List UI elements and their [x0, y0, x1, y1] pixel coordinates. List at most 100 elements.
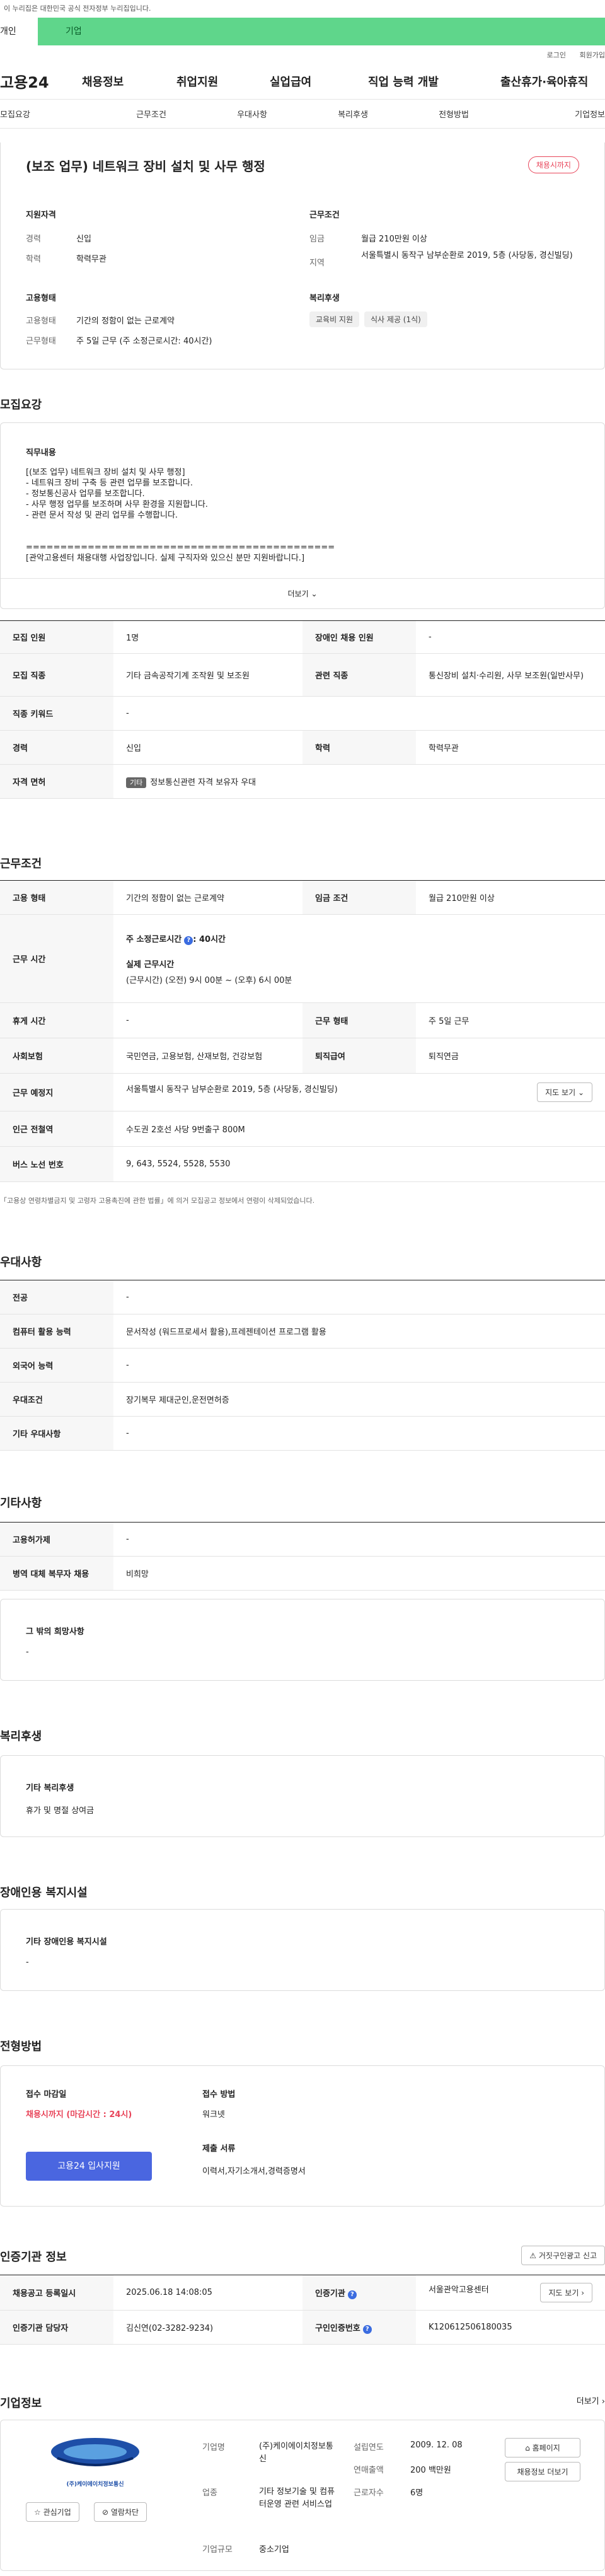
time-detail: (근무시간) (오전) 9시 00분 ~ (오후) 6시 00분 — [126, 975, 292, 985]
cell-key: 모집 직종 — [0, 653, 113, 697]
cell-value: - — [113, 1348, 605, 1383]
size-value: 중소기업 — [259, 2545, 289, 2555]
cell-key: 근무 시간 — [0, 914, 113, 1003]
region-label: 지역 — [309, 258, 325, 268]
cell-key: 구인인증번호? — [302, 2310, 416, 2345]
cell-key: 휴게 시간 — [0, 1002, 113, 1038]
company-logo-icon — [51, 2438, 139, 2466]
nav-jobs[interactable]: 채용정보 — [82, 73, 176, 90]
time-detail-title: 실제 근무시간 — [126, 960, 175, 970]
tab-recruit[interactable]: 모집요강 — [0, 108, 101, 120]
biz-value: 기타 정보기술 및 컴퓨터운영 관련 서비스업 — [259, 2487, 335, 2509]
job-line: - 정보통신공사 업무를 보조합니다. — [26, 489, 145, 499]
license-tag: 기타 — [126, 777, 147, 788]
util-links: 로그인 회원가입 — [0, 45, 605, 63]
emptype-label: 고용형태 — [26, 316, 56, 326]
cell-key: 임금 조건 — [302, 880, 416, 915]
welfare-title: 복리후생 — [309, 294, 340, 303]
tab-prefer[interactable]: 우대사항 — [202, 108, 302, 120]
cell-value: - — [416, 620, 605, 654]
cell-value: 국민연금, 고용보험, 산재보험, 건강보험 — [113, 1038, 302, 1074]
worktype-label: 근무형태 — [26, 337, 56, 346]
apply-button[interactable]: 고용24 입사지원 — [26, 2152, 152, 2181]
tab-welfare[interactable]: 복리후생 — [302, 108, 403, 120]
home-icon: ⌂ — [525, 2444, 530, 2452]
job-line: - 관련 문서 작성 및 관리 업무를 수행합니다. — [26, 511, 178, 520]
wage-value: 월급 210만원 이상 — [361, 235, 427, 244]
cell-key: 컴퓨터 활용 능력 — [0, 1314, 113, 1349]
tab-condition[interactable]: 근무조건 — [101, 108, 202, 120]
docs-value: 이력서,자기소개서,경력증명서 — [202, 2167, 306, 2176]
company-more-label: 더보기 — [576, 2397, 599, 2406]
tab-company-info[interactable]: 기업정보 — [504, 108, 605, 120]
jobs-more-button[interactable]: 채용정보 더보기 — [505, 2462, 580, 2481]
cell-key: 모집 인원 — [0, 620, 113, 654]
site-logo[interactable]: 고용24 — [0, 70, 82, 92]
cell-key: 고용허가제 — [0, 1522, 113, 1557]
login-link[interactable]: 로그인 — [547, 51, 566, 59]
wage-label: 임금 — [309, 235, 325, 244]
company-more-link[interactable]: 더보기 › — [577, 2394, 605, 2406]
nav-skill-development[interactable]: 직업 능력 개발 — [368, 73, 500, 90]
tab-personal[interactable]: 개인 — [0, 18, 38, 45]
hope-title: 그 밖의 희망사항 — [26, 1627, 84, 1637]
fav-button[interactable]: ☆ 관심기업 — [26, 2502, 79, 2522]
cell-value: 주 5일 근무 — [416, 1002, 605, 1038]
block-button[interactable]: ⊘ 열람차단 — [94, 2502, 147, 2522]
job-line: - 네트워크 장비 구축 등 관련 업무를 보조합니다. — [26, 479, 193, 488]
cell-value: 문서작성 (워드프로세서 활용),프레젠테이션 프로그램 활용 — [113, 1314, 605, 1349]
help-icon[interactable]: ? — [347, 2290, 357, 2299]
homepage-button[interactable]: ⌂ 홈페이지 — [505, 2438, 580, 2457]
help-icon[interactable]: ? — [184, 936, 193, 945]
nav-unemployment-benefit[interactable]: 실업급여 — [270, 73, 368, 90]
method-label: 접수 방법 — [202, 2090, 236, 2099]
job-content-title: 직무내용 — [26, 448, 56, 458]
num-key: 구인인증번호 — [315, 2323, 360, 2333]
place-value: 서울특별시 동작구 남부순환로 2019, 5층 (사당동, 경신빌딩) — [126, 1085, 338, 1094]
status-badge: 채용시까지 — [527, 156, 579, 173]
career-label: 경력 — [26, 235, 41, 244]
cell-key: 학력 — [302, 730, 416, 765]
cell-value: 서울특별시 동작구 남부순환로 2019, 5층 (사당동, 경신빌딩) 지도 보… — [113, 1073, 605, 1111]
cell-value: 1명 — [113, 620, 302, 654]
cell-value: - — [113, 1002, 302, 1038]
welfare-chips: 교육비 지원 식사 제공 (1식) — [309, 311, 432, 327]
cell-value: 기타 정보통신관련 자격 보유자 우대 — [113, 764, 605, 799]
cell-value: - — [113, 696, 605, 731]
more-button[interactable]: 더보기 ⌄ — [1, 578, 604, 609]
job-content-body: [(보조 업무) 네트워크 장비 설치 및 사무 행정] - 네트워크 장비 구… — [26, 467, 335, 564]
report-button[interactable]: ⚠ 거짓구인광고 신고 — [521, 2246, 605, 2265]
job-line: - 사무 행정 업무를 보조하며 사무 환경을 지원합니다. — [26, 500, 208, 509]
condition-table: 고용 형태 기간의 정함이 없는 근로계약 임금 조건 월급 210만원 이상 근무 … — [0, 880, 605, 1182]
disabled-card: 기타 장애인용 복지시설 - — [0, 1909, 605, 1991]
etc-table: 고용허가제 - 병역 대체 복무자 채용 비희망 — [0, 1522, 605, 1591]
tab-company[interactable]: 기업 — [38, 18, 605, 45]
job-content-card: 직무내용 [(보조 업무) 네트워크 장비 설치 및 사무 행정] - 네트워크… — [0, 422, 605, 609]
agency-map-button[interactable]: 지도 보기 › — [540, 2283, 592, 2302]
cell-value: 퇴직연금 — [416, 1038, 605, 1074]
cell-key: 근무 형태 — [302, 1002, 416, 1038]
report-icon: ⚠ — [529, 2251, 537, 2260]
disabled-box-title: 기타 장애인용 복지시설 — [26, 1937, 107, 1947]
cell-value: 2025.06.18 14:08:05 — [113, 2275, 302, 2311]
help-icon[interactable]: ? — [362, 2324, 372, 2334]
cell-value: 월급 210만원 이상 — [416, 880, 605, 915]
nav-employment-support[interactable]: 취업지원 — [176, 73, 270, 90]
cell-value: 9, 643, 5524, 5528, 5530 — [113, 1146, 605, 1182]
report-label: 거짓구인광고 신고 — [538, 2251, 597, 2260]
job-line: [관악고용센터 채용대행 사업장입니다. 실제 구직자와 있으신 분만 지원바랍… — [26, 554, 305, 563]
cell-value: - — [113, 1416, 605, 1451]
map-button-label: 지도 보기 — [545, 1088, 576, 1097]
sales-key: 연매출액 — [354, 2466, 384, 2475]
main-nav: 고용24 채용정보 취업지원 실업급여 직업 능력 개발 출산휴가·육아휴직 — [0, 63, 605, 100]
cell-key: 장애인 채용 인원 — [302, 620, 416, 654]
cell-key: 기타 우대사항 — [0, 1416, 113, 1451]
join-link[interactable]: 회원가입 — [580, 51, 605, 59]
cell-value: 서울관악고용센터 지도 보기 › — [416, 2275, 605, 2311]
agency-section-title: 인증기관 정보 — [0, 2251, 67, 2264]
map-button[interactable]: 지도 보기 ⌄ — [537, 1082, 592, 1102]
nav-maternity-leave[interactable]: 출산휴가·육아휴직 — [500, 73, 605, 90]
cell-value: 기타 금속공작기계 조작원 및 보조원 — [113, 653, 302, 697]
company-logo: (주)케이에이치정보통신 — [26, 2433, 164, 2496]
tab-process[interactable]: 전형방법 — [403, 108, 504, 120]
